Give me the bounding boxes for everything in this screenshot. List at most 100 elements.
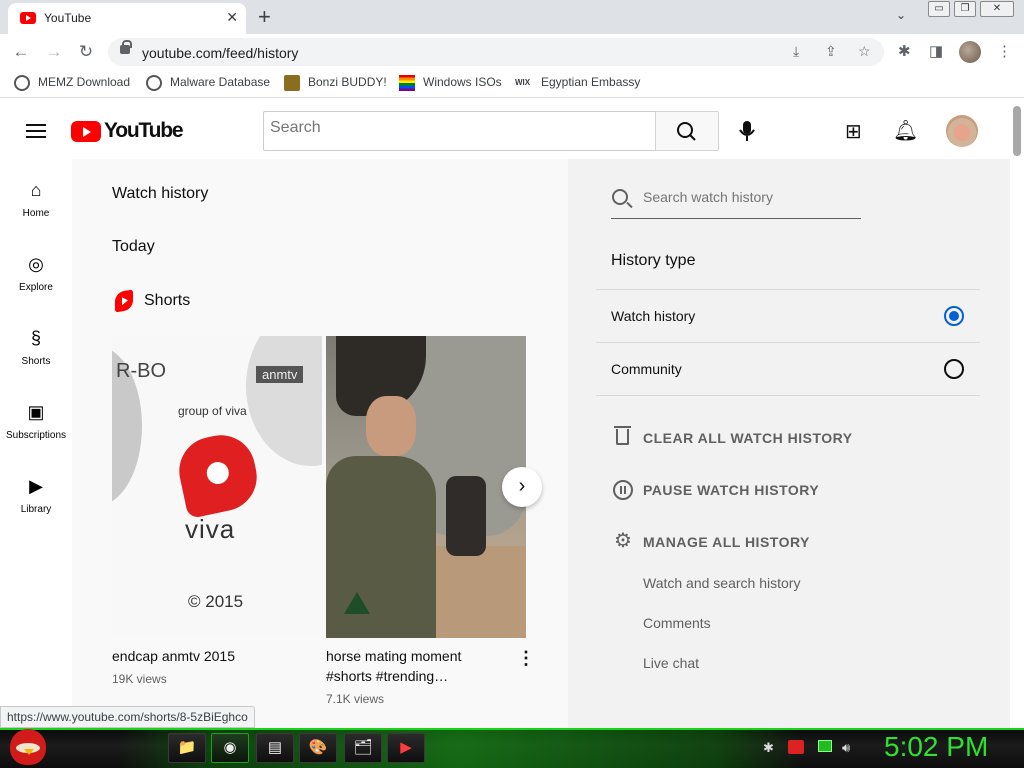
option-community-label[interactable]: Community bbox=[611, 361, 682, 377]
extensions-puzzle-icon[interactable]: ✱ bbox=[898, 42, 911, 60]
tray-volume-icon[interactable]: 🔊︎ bbox=[842, 740, 850, 756]
taskbar-archive[interactable]: 🗂 bbox=[344, 733, 382, 763]
thumbnail-copyright: © 2015 bbox=[188, 592, 244, 611]
taskbar-clock[interactable]: 5:02 PM bbox=[884, 731, 988, 763]
guide-menu-icon[interactable] bbox=[26, 124, 46, 138]
youtube-favicon-icon bbox=[20, 12, 36, 24]
library-icon: ▶ bbox=[29, 476, 43, 496]
youtube-logo-icon[interactable] bbox=[71, 121, 101, 142]
maximize-button[interactable]: ❐ bbox=[954, 1, 976, 17]
short-title-2[interactable]: horse mating moment #shorts #trending… bbox=[326, 646, 496, 686]
taskbar-chrome[interactable]: ◉ bbox=[211, 733, 249, 763]
guide-item-home[interactable]: ⌂ Home bbox=[0, 180, 72, 219]
bonzi-icon bbox=[284, 75, 300, 91]
minimize-button[interactable]: ▭ bbox=[928, 1, 950, 17]
search-icon bbox=[677, 122, 696, 141]
scrollbar-thumb[interactable] bbox=[1013, 106, 1021, 156]
search-watch-history-input[interactable] bbox=[643, 189, 858, 205]
notifications-bell-icon[interactable]: 🔔︎ bbox=[893, 118, 918, 143]
thumbnail-badge: anmtv bbox=[256, 366, 304, 383]
bookmark-malware-database[interactable]: Malware Database bbox=[146, 75, 270, 93]
option-watch-history-label[interactable]: Watch history bbox=[611, 308, 695, 324]
clear-all-watch-history-button[interactable]: CLEAR ALL WATCH HISTORY bbox=[643, 430, 853, 446]
shelf-next-button[interactable]: › bbox=[502, 467, 542, 507]
tray-bluetooth-icon[interactable]: ✱ bbox=[763, 740, 774, 756]
account-avatar[interactable] bbox=[946, 115, 978, 147]
thumbnail-text: R-BO bbox=[116, 360, 166, 382]
divider bbox=[596, 395, 980, 396]
reload-icon[interactable]: ↻ bbox=[74, 41, 98, 63]
bookmark-windows-isos[interactable]: Windows ISOs bbox=[399, 75, 502, 93]
community-radio[interactable] bbox=[944, 359, 964, 379]
side-panel-icon[interactable]: ◨ bbox=[929, 42, 943, 60]
thumbnail-brand: viva bbox=[185, 514, 236, 544]
create-video-icon[interactable]: ⊞ bbox=[845, 119, 862, 144]
viva-logo-icon bbox=[172, 428, 264, 520]
watch-history-radio[interactable] bbox=[944, 306, 964, 326]
manage-all-history-button[interactable]: MANAGE ALL HISTORY bbox=[643, 534, 810, 550]
thumbnail-shape bbox=[436, 546, 526, 638]
thumbnail-shape bbox=[366, 396, 416, 456]
wix-icon: WIX bbox=[515, 78, 531, 87]
divider bbox=[596, 289, 980, 290]
globe-icon bbox=[14, 75, 30, 91]
close-window-button[interactable]: ✕ bbox=[980, 1, 1014, 17]
shorts-icon: § bbox=[30, 328, 41, 348]
taskbar-notepad[interactable]: ▤ bbox=[256, 733, 294, 763]
install-app-icon[interactable]: ⤓ bbox=[793, 43, 799, 60]
live-chat-link[interactable]: Live chat bbox=[643, 655, 699, 671]
url-text[interactable]: youtube.com/feed/history bbox=[142, 45, 298, 61]
search-icon bbox=[612, 189, 628, 205]
guide-item-explore[interactable]: ◎ Explore bbox=[0, 254, 72, 293]
bookmark-star-icon[interactable]: ☆ bbox=[858, 43, 871, 60]
more-actions-icon[interactable]: ⋮ bbox=[517, 648, 535, 669]
new-tab-button[interactable]: + bbox=[258, 4, 271, 30]
thumbnail-shape bbox=[446, 476, 486, 556]
page-title: Watch history bbox=[112, 185, 209, 202]
bookmark-memz[interactable]: MEMZ Download bbox=[14, 75, 130, 93]
short-views-1: 19K views bbox=[112, 672, 167, 686]
youtube-wordmark[interactable]: YouTube bbox=[104, 119, 184, 143]
bookmark-bonzi-buddy[interactable]: Bonzi BUDDY! bbox=[284, 75, 387, 93]
rainbow-flag-icon bbox=[399, 75, 415, 91]
share-icon[interactable]: ⇪ bbox=[825, 43, 837, 60]
browser-profile-avatar[interactable] bbox=[959, 41, 981, 63]
home-icon: ⌂ bbox=[30, 180, 42, 200]
trash-icon bbox=[614, 426, 631, 445]
browser-menu-icon[interactable]: ⋮ bbox=[997, 42, 1012, 60]
guide-item-shorts[interactable]: § Shorts bbox=[0, 328, 72, 367]
start-button-angry-bird-icon[interactable] bbox=[10, 729, 46, 765]
taskbar-media[interactable]: ▶ bbox=[387, 733, 425, 763]
taskbar-paint[interactable]: 🎨 bbox=[299, 733, 337, 763]
pause-watch-history-button[interactable]: PAUSE WATCH HISTORY bbox=[643, 482, 819, 498]
thumbnail-text: group of viva bbox=[178, 404, 247, 418]
search-input[interactable] bbox=[270, 119, 650, 137]
comments-link[interactable]: Comments bbox=[643, 615, 711, 631]
bookmark-egyptian-embassy[interactable]: WIX Egyptian Embassy bbox=[515, 75, 640, 93]
browser-tab-youtube[interactable]: YouTube ✕ bbox=[8, 3, 246, 34]
guide-sidebar bbox=[0, 159, 72, 728]
shorts-shelf-title: Shorts bbox=[144, 292, 191, 309]
history-type-title: History type bbox=[611, 252, 696, 269]
tray-app-icon[interactable] bbox=[788, 740, 804, 754]
short-title-1[interactable]: endcap anmtv 2015 bbox=[112, 646, 312, 666]
link-status-bubble: https://www.youtube.com/shorts/8-5zBiEgh… bbox=[0, 706, 255, 728]
short-thumbnail-2[interactable] bbox=[326, 336, 526, 638]
lock-icon[interactable] bbox=[120, 40, 132, 54]
tab-title: YouTube bbox=[44, 11, 92, 25]
microphone-icon[interactable] bbox=[738, 121, 756, 141]
guide-item-library[interactable]: ▶ Library bbox=[0, 476, 72, 515]
search-underline bbox=[611, 218, 861, 219]
subscriptions-icon: ▣ bbox=[27, 402, 45, 422]
tab-search-chevron-icon[interactable]: ⌄ bbox=[896, 8, 906, 22]
watch-and-search-history-link[interactable]: Watch and search history bbox=[643, 575, 800, 591]
tray-network-icon[interactable] bbox=[818, 740, 832, 752]
forward-arrow-icon[interactable]: → bbox=[42, 41, 66, 63]
tab-close-icon[interactable]: ✕ bbox=[226, 9, 238, 26]
guide-item-subscriptions[interactable]: ▣ Subscriptions bbox=[0, 402, 72, 441]
page-scrollbar[interactable] bbox=[1010, 103, 1024, 728]
search-button[interactable] bbox=[655, 111, 719, 151]
back-arrow-icon[interactable]: ← bbox=[9, 41, 33, 63]
short-thumbnail-1[interactable]: R-BO anmtv group of viva viva © 2015 bbox=[112, 336, 322, 636]
taskbar-file-explorer[interactable]: 📁 bbox=[168, 733, 206, 763]
